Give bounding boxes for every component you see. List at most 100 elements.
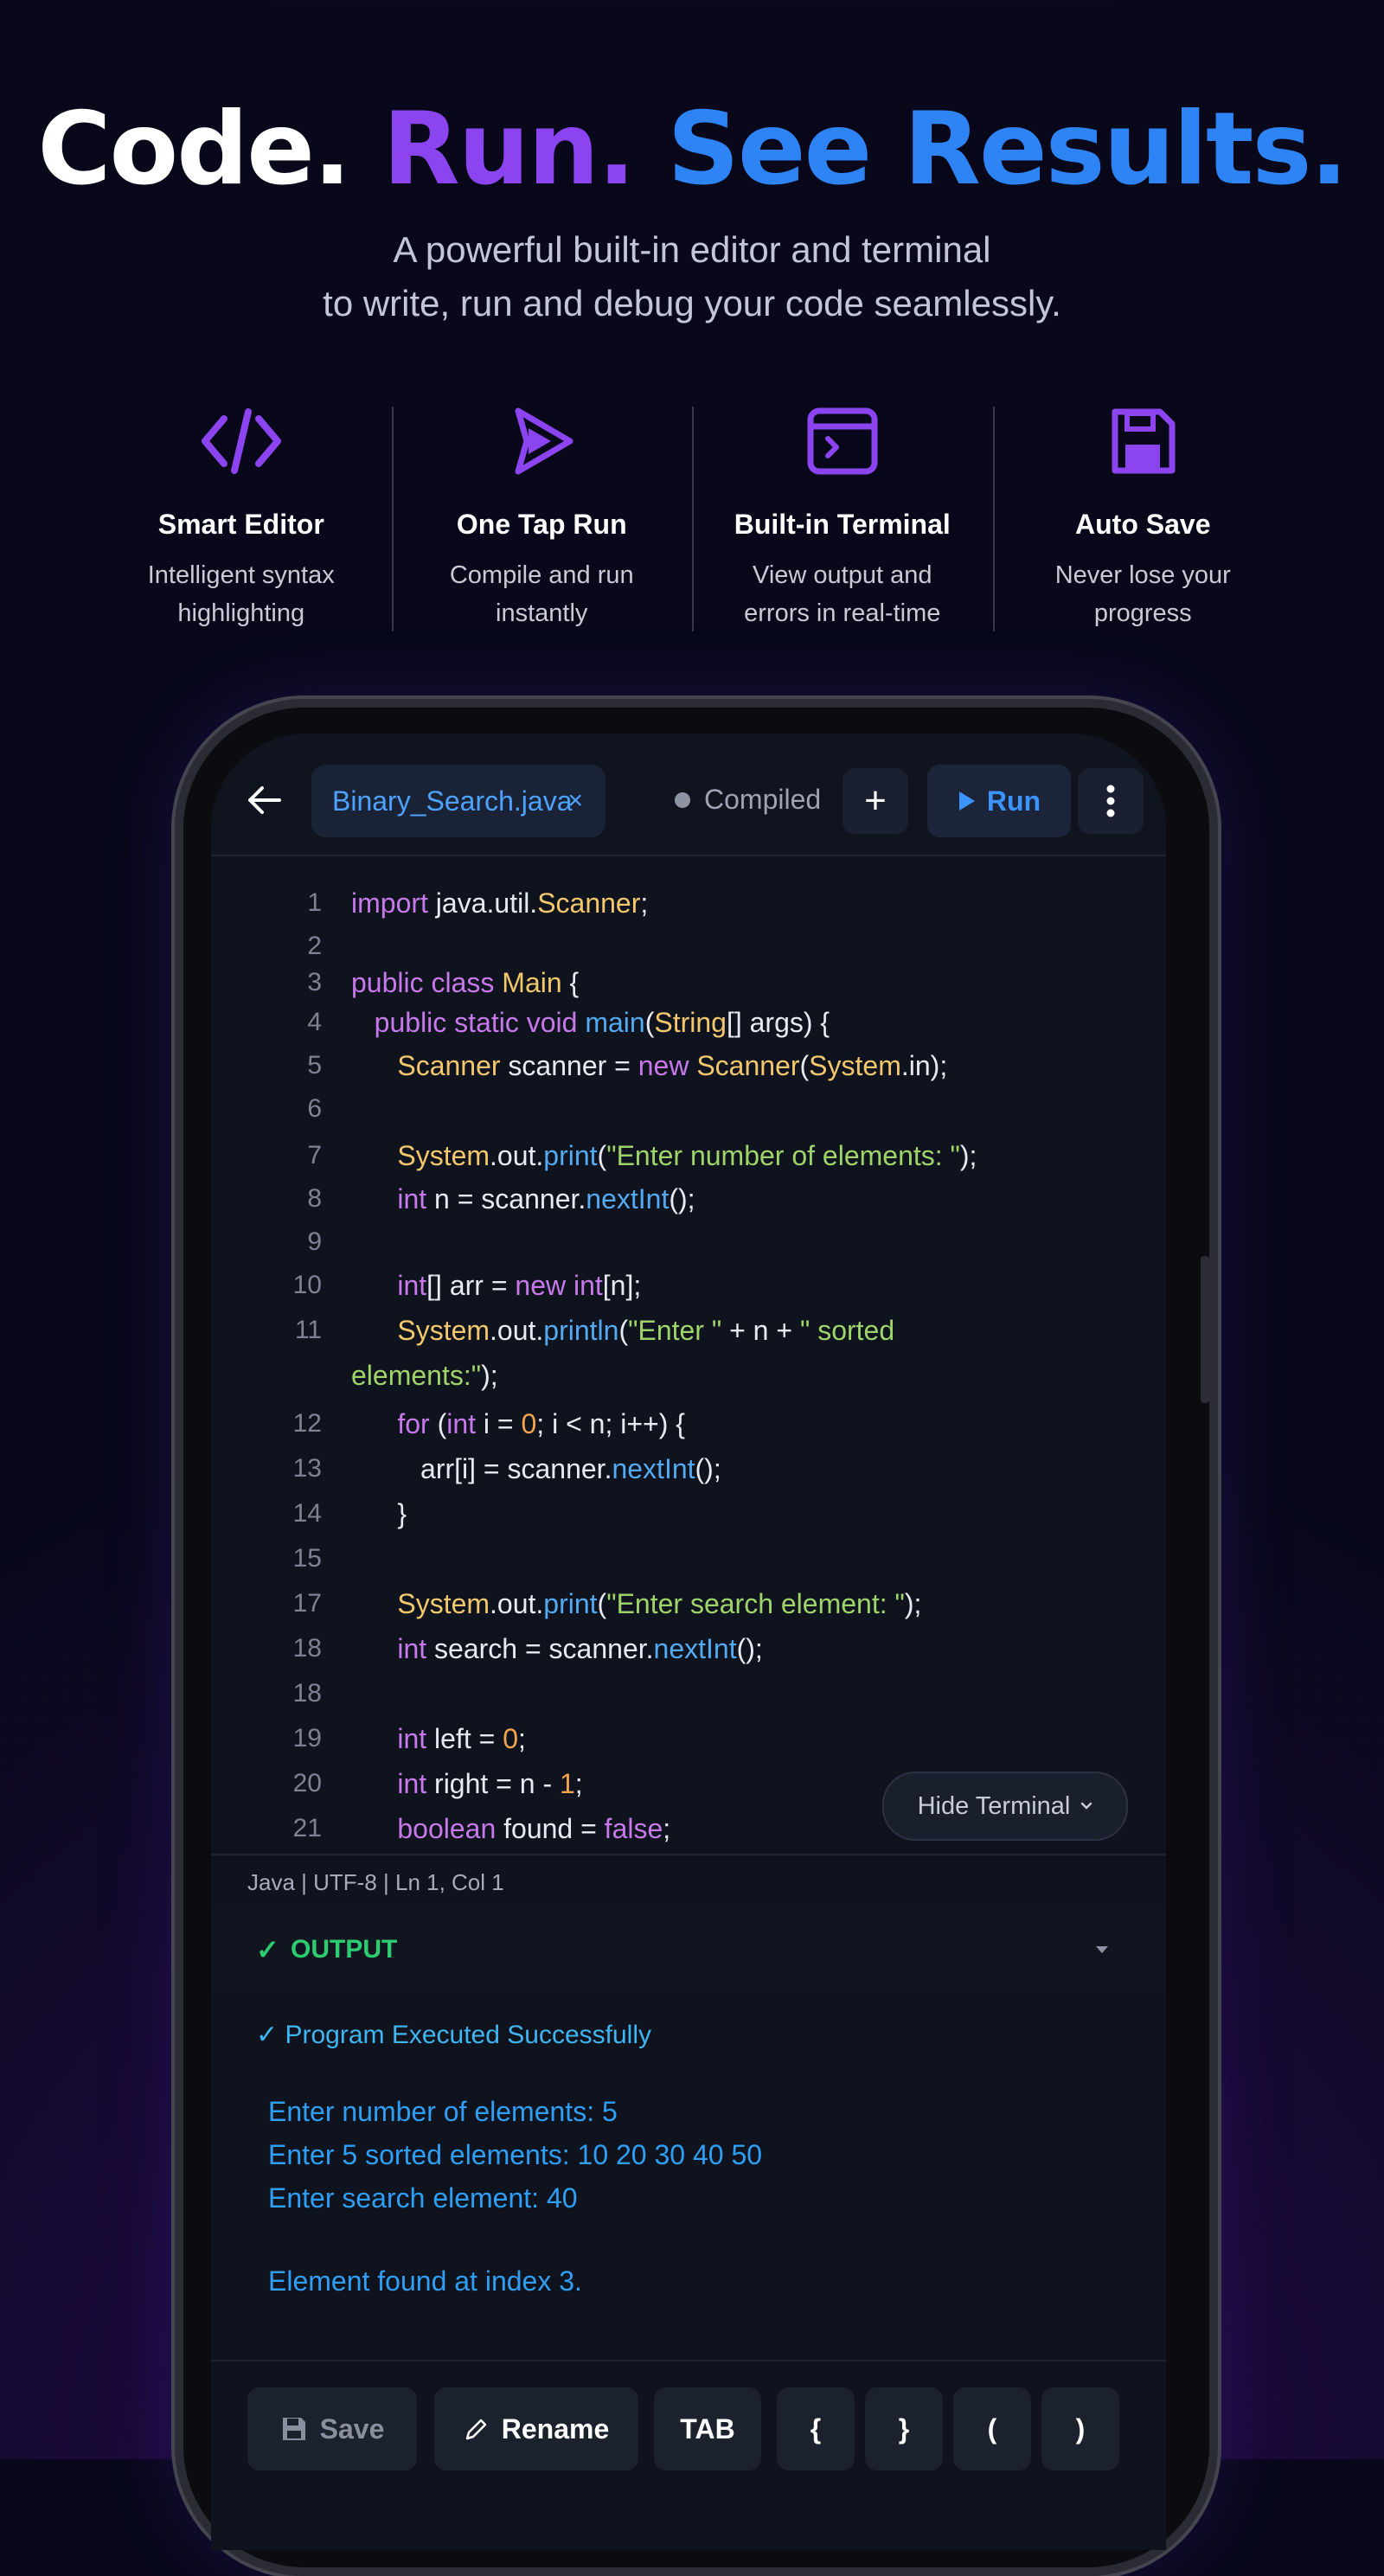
line-number: 8 bbox=[307, 1184, 322, 1213]
line-number: 1 bbox=[307, 888, 322, 917]
line-number: 9 bbox=[307, 1227, 322, 1256]
success-message: ✓ Program Executed Successfully bbox=[256, 2021, 651, 2049]
status-dot bbox=[675, 791, 690, 808]
line-number: 2 bbox=[307, 932, 322, 960]
feature-desc-line: highlighting bbox=[177, 599, 305, 627]
line-number: 6 bbox=[307, 1094, 322, 1123]
hide-terminal-button[interactable]: Hide Terminal bbox=[882, 1772, 1128, 1841]
phone-side-button bbox=[1201, 1256, 1209, 1403]
rename-button[interactable]: Rename bbox=[434, 2387, 638, 2470]
feature-title: Smart Editor bbox=[157, 509, 324, 540]
code-text: public static void main(String[] args) { bbox=[374, 1007, 830, 1038]
code-text: int n = scanner.nextInt(); bbox=[397, 1183, 695, 1214]
feature-list: Smart Editor Intelligent syntax highlight… bbox=[91, 398, 1293, 631]
feature-title: Auto Save bbox=[1075, 509, 1211, 540]
run-button-label: Run bbox=[986, 785, 1041, 817]
line-number: 4 bbox=[307, 1008, 322, 1036]
chevron-down-icon[interactable] bbox=[1093, 1944, 1111, 1956]
file-tab-name: Binary_Search.java bbox=[332, 785, 573, 817]
terminal-output: ✓ Program Executed Successfully Enter nu… bbox=[211, 1992, 1166, 2360]
pencil-icon bbox=[465, 2419, 486, 2440]
feature-auto-save: Auto Save Never lose your progress bbox=[992, 398, 1294, 632]
code-text: int[] arr = new int[n]; bbox=[397, 1270, 642, 1301]
feature-smart-editor: Smart Editor Intelligent syntax highlight… bbox=[91, 398, 392, 631]
subtitle-line-1: A powerful built-in editor and terminal bbox=[393, 229, 991, 270]
tab-key-button[interactable]: TAB bbox=[654, 2387, 761, 2470]
feature-desc-line: Compile and run bbox=[449, 561, 634, 589]
line-number: 7 bbox=[307, 1141, 322, 1169]
line-number: 12 bbox=[292, 1409, 322, 1438]
phone-screen: Binary_Search.java × Compiled + Run 1 imp… bbox=[211, 734, 1166, 2550]
save-label: Save bbox=[319, 2413, 385, 2445]
line-number: 14 bbox=[292, 1499, 322, 1528]
close-paren-key[interactable]: ) bbox=[1041, 2387, 1119, 2470]
code-text: elements:"); bbox=[351, 1360, 498, 1391]
code-text: Scanner scanner = new Scanner(System.in)… bbox=[397, 1050, 948, 1081]
feature-desc-line: errors in real-time bbox=[744, 599, 941, 627]
file-tab[interactable]: Binary_Search.java × bbox=[311, 765, 606, 837]
output-label: OUTPUT bbox=[291, 1935, 398, 1964]
code-text: arr[i] = scanner.nextInt(); bbox=[351, 1453, 721, 1484]
line-number: 20 bbox=[292, 1769, 322, 1797]
code-text: int search = scanner.nextInt(); bbox=[397, 1633, 763, 1664]
feature-desc: Compile and run instantly bbox=[392, 556, 693, 632]
rename-label: Rename bbox=[501, 2413, 610, 2445]
hero-subtitle: A powerful built-in editor and terminal … bbox=[0, 223, 1384, 330]
line-number: 19 bbox=[292, 1724, 322, 1753]
more-options-icon[interactable] bbox=[1078, 768, 1144, 834]
code-text: System.out.print("Enter number of elemen… bbox=[397, 1140, 977, 1171]
run-button[interactable]: Run bbox=[927, 765, 1071, 837]
save-icon bbox=[993, 398, 1294, 484]
output-line: Enter 5 sorted elements: 10 20 30 40 50 bbox=[268, 2139, 763, 2170]
feature-desc: Never lose your progress bbox=[993, 556, 1294, 632]
output-line: Element found at index 3. bbox=[268, 2265, 582, 2297]
hero-title-run: Run. bbox=[382, 91, 636, 208]
editor-toolbar: Binary_Search.java × Compiled + Run bbox=[211, 734, 1166, 856]
feature-one-tap-run: One Tap Run Compile and run instantly bbox=[391, 398, 693, 632]
save-button[interactable]: Save bbox=[247, 2387, 417, 2470]
line-number: 17 bbox=[292, 1589, 322, 1618]
close-brace-key[interactable]: } bbox=[865, 2387, 943, 2470]
play-icon bbox=[392, 398, 693, 484]
subtitle-line-2: to write, run and debug your code seamle… bbox=[323, 283, 1061, 324]
close-icon[interactable]: × bbox=[567, 786, 583, 816]
line-number: 3 bbox=[307, 968, 322, 996]
code-text: public class Main { bbox=[351, 967, 580, 998]
line-number: 18 bbox=[292, 1679, 322, 1708]
code-text: int left = 0; bbox=[397, 1723, 526, 1754]
code-text: import java.util.Scanner; bbox=[351, 888, 649, 919]
feature-desc-line: Intelligent syntax bbox=[147, 561, 335, 589]
status-bar-text: Java | UTF-8 | Ln 1, Col 1 bbox=[247, 1869, 504, 1895]
output-line: Enter search element: 40 bbox=[268, 2182, 578, 2214]
keyboard-shortcut-bar: Save Rename TAB { } ( ) bbox=[211, 2360, 1166, 2550]
feature-desc-line: instantly bbox=[496, 599, 588, 627]
feature-desc: Intelligent syntax highlighting bbox=[91, 556, 392, 632]
output-header[interactable]: ✓ OUTPUT bbox=[211, 1909, 1166, 1994]
hero-title-code: Code. bbox=[37, 91, 351, 208]
feature-built-in-terminal: Built-in Terminal View output and errors … bbox=[692, 398, 993, 631]
compile-status-label: Compiled bbox=[704, 784, 822, 815]
feature-desc: View output and errors in real-time bbox=[692, 556, 993, 632]
code-text: System.out.println("Enter " + n + " sort… bbox=[397, 1315, 895, 1346]
play-icon bbox=[958, 791, 975, 811]
line-number: 11 bbox=[294, 1316, 322, 1344]
code-text: } bbox=[351, 1498, 407, 1529]
code-text: System.out.print("Enter search element: … bbox=[397, 1588, 922, 1619]
terminal-icon bbox=[692, 398, 993, 484]
code-editor[interactable]: 1 import java.util.Scanner; 2 3 public cla… bbox=[211, 855, 1166, 1854]
hero-title-see: See Results. bbox=[667, 91, 1348, 208]
new-file-button[interactable]: + bbox=[843, 768, 908, 834]
check-icon: ✓ bbox=[256, 1934, 279, 1965]
save-icon bbox=[282, 2418, 305, 2440]
feature-title: Built-in Terminal bbox=[734, 509, 951, 540]
feature-title: One Tap Run bbox=[456, 509, 627, 540]
open-brace-key[interactable]: { bbox=[777, 2387, 855, 2470]
line-number: 18 bbox=[292, 1634, 322, 1663]
output-line: Enter number of elements: 5 bbox=[268, 2096, 618, 2127]
code-text: boolean found = false; bbox=[397, 1813, 671, 1844]
compile-status: Compiled bbox=[675, 784, 821, 816]
open-paren-key[interactable]: ( bbox=[953, 2387, 1031, 2470]
back-arrow-icon[interactable] bbox=[242, 779, 285, 822]
feature-desc-line: View output and bbox=[753, 561, 932, 589]
line-number: 13 bbox=[292, 1454, 322, 1483]
